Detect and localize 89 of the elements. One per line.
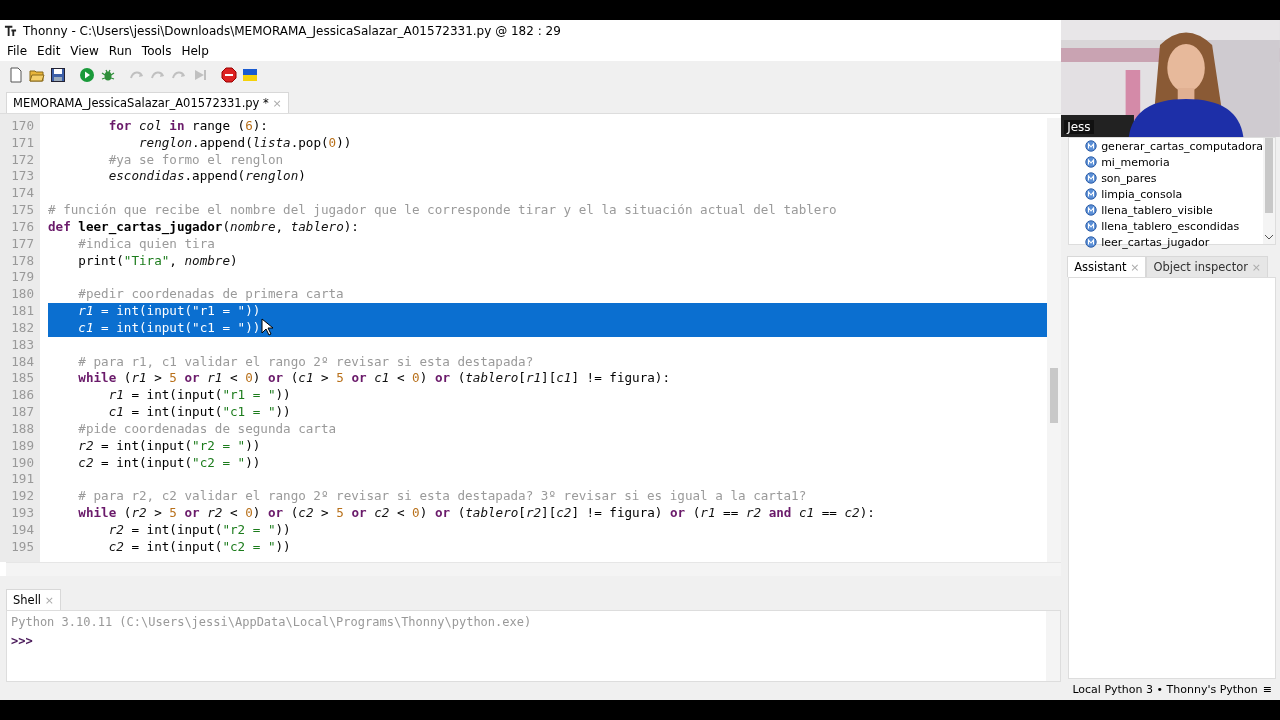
flag-icon[interactable] bbox=[242, 67, 258, 83]
menu-item[interactable]: Help bbox=[176, 44, 214, 58]
line-number: 185 bbox=[10, 370, 35, 388]
line-number: 190 bbox=[10, 454, 35, 472]
method-icon bbox=[1085, 204, 1098, 216]
line-number: 188 bbox=[10, 420, 35, 438]
line-number: 179 bbox=[10, 269, 35, 287]
menu-item[interactable]: Edit bbox=[32, 44, 66, 58]
shell-prompt: >>> bbox=[11, 634, 34, 648]
save-icon[interactable] bbox=[50, 67, 66, 83]
line-number: 191 bbox=[10, 471, 35, 489]
outline-item[interactable]: son_pares bbox=[1085, 170, 1263, 186]
code-line: # para r2, c2 validar el rango 2º revisar si esta destapada? 3º revisar si es igual a la carta1? bbox=[77, 488, 808, 506]
line-number: 180 bbox=[10, 286, 35, 304]
outline-item[interactable]: generar_cartas_computadora bbox=[1085, 138, 1263, 154]
code-line: while (r2 > 5 or r2 < 0) or (c2 > 5 or c2 < 0) or (tablero[r2][c2] != figura) or (r1 == r2 and c1 == c2): bbox=[77, 505, 876, 522]
code-line: r2 = int(input("r2 = ")) bbox=[77, 437, 262, 455]
line-number: 176 bbox=[10, 218, 35, 236]
folder-icon[interactable] bbox=[29, 67, 45, 83]
horizontal-scrollbar[interactable] bbox=[6, 562, 1062, 576]
line-number: 172 bbox=[10, 151, 35, 169]
code-line: c2 = int(input("c2 = ")) bbox=[77, 454, 262, 472]
line-number: 181 bbox=[10, 303, 35, 320]
code-line: print("Tira", nombre) bbox=[77, 252, 239, 270]
line-number: 183 bbox=[10, 336, 35, 354]
outline-item[interactable]: mi_memoria bbox=[1085, 154, 1263, 170]
menu-item[interactable]: File bbox=[2, 44, 33, 58]
code-line: for col in range (6): bbox=[107, 118, 269, 135]
outline-item[interactable]: llena_tablero_visible bbox=[1085, 202, 1263, 218]
outline-item[interactable]: llena_tablero_escondidas bbox=[1085, 218, 1263, 234]
new-file-icon[interactable] bbox=[8, 67, 24, 83]
bug-icon[interactable] bbox=[100, 67, 116, 83]
code-line: escondidas.append(renglon) bbox=[107, 168, 307, 186]
line-number: 187 bbox=[10, 404, 35, 421]
line-number: 182 bbox=[10, 319, 35, 337]
method-icon bbox=[1085, 220, 1098, 232]
editor-tab[interactable]: MEMORAMA_JessicaSalazar_A01572331.py * × bbox=[6, 92, 289, 113]
status-text: Local Python 3 • Thonny's Python bbox=[1072, 683, 1258, 696]
app-logo-icon bbox=[4, 24, 17, 37]
line-number: 195 bbox=[10, 538, 35, 556]
line-number: 193 bbox=[10, 505, 35, 522]
method-icon bbox=[1085, 172, 1098, 184]
vertical-scrollbar[interactable] bbox=[1047, 118, 1062, 562]
menu-item[interactable]: Tools bbox=[136, 44, 177, 58]
method-icon bbox=[1085, 140, 1098, 152]
method-icon bbox=[1085, 188, 1098, 200]
method-icon bbox=[1085, 156, 1098, 168]
run-icon[interactable] bbox=[79, 67, 95, 83]
code-line: #ya se formo el renglon bbox=[107, 151, 285, 169]
line-number: 173 bbox=[10, 168, 35, 186]
code-line: r1 = int(input("r1 = ")) bbox=[107, 387, 292, 405]
code-line: # función que recibe el nombre del jugador que le corresponde tirar y el la situación actual del tablero bbox=[48, 202, 838, 219]
stop-icon[interactable] bbox=[221, 67, 237, 83]
vertical-scrollbar[interactable] bbox=[1263, 138, 1275, 244]
line-number: 170 bbox=[10, 118, 35, 135]
line-number: 174 bbox=[10, 185, 35, 203]
line-number: 186 bbox=[10, 387, 35, 405]
code-line: def leer_cartas_jugador(nombre, tablero): bbox=[48, 218, 360, 236]
mouse-cursor-icon bbox=[261, 318, 273, 336]
menu-item[interactable]: View bbox=[65, 44, 104, 58]
code-line: # para r1, c1 validar el rango 2º revisar si esta destapada? bbox=[77, 353, 535, 371]
code-line: #indica quien tira bbox=[77, 235, 216, 253]
line-number: 189 bbox=[10, 437, 35, 455]
shell-output-text: Python 3.10.11 (C:\Users\jessi\AppData\Local\Programs\Thonny\python.exe) bbox=[11, 615, 533, 629]
line-number: 184 bbox=[10, 353, 35, 371]
line-number: 194 bbox=[10, 521, 35, 539]
outline-item[interactable]: limpia_consola bbox=[1085, 186, 1263, 202]
panel-tab[interactable]: Object inspector × bbox=[1146, 256, 1268, 277]
scroll-down-icon[interactable] bbox=[1264, 234, 1274, 240]
code-line: c1 = int(input("c1 = ")) bbox=[107, 404, 292, 421]
line-number: 175 bbox=[10, 202, 35, 219]
line-number: 178 bbox=[10, 252, 35, 270]
vertical-scrollbar[interactable] bbox=[1046, 611, 1061, 681]
code-line: while (r1 > 5 or r1 < 0) or (c1 > 5 or c1 < 0) or (tablero[r1][c1] != figura): bbox=[77, 370, 671, 388]
code-line: #pide coordenadas de segunda carta bbox=[77, 420, 338, 438]
panel-tab[interactable]: Assistant × bbox=[1067, 256, 1147, 277]
menu-item[interactable]: Run bbox=[103, 44, 137, 58]
window-title: Thonny - C:\Users\jessi\Downloads\MEMORAMA_JessicaSalazar_A01572331.py @ 182 : 29 bbox=[23, 23, 561, 38]
line-number: 192 bbox=[10, 488, 35, 506]
code-line: renglon.append(lista.pop(0)) bbox=[138, 134, 353, 152]
line-number: 177 bbox=[10, 235, 35, 253]
shell-tab[interactable]: Shell × bbox=[6, 589, 61, 610]
status-menu[interactable]: ≡ bbox=[1262, 683, 1272, 696]
participant-name: Jess bbox=[1064, 120, 1094, 134]
code-line: #pedir coordenadas de primera carta bbox=[77, 286, 345, 304]
line-number: 171 bbox=[10, 134, 35, 152]
code-line: r2 = int(input("r2 = ")) bbox=[107, 521, 292, 539]
code-line: c2 = int(input("c2 = ")) bbox=[107, 538, 292, 556]
outline-item[interactable]: leer_cartas_jugador bbox=[1085, 234, 1263, 250]
